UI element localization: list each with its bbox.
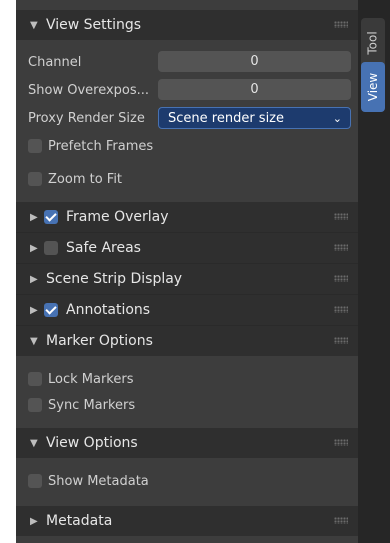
chevron-down-icon: ▼ bbox=[30, 437, 38, 449]
drag-handle-icon[interactable] bbox=[334, 439, 348, 446]
lock-markers-checkbox[interactable]: Lock Markers bbox=[28, 368, 133, 390]
drag-handle-icon[interactable] bbox=[334, 244, 348, 251]
metadata-title: Metadata bbox=[46, 513, 113, 529]
checkbox-icon[interactable] bbox=[28, 398, 42, 412]
tab-view[interactable]: View bbox=[361, 62, 385, 112]
frame-overlay-title: Frame Overlay bbox=[66, 209, 169, 225]
chevron-right-icon: ▶ bbox=[30, 304, 38, 316]
proxy-render-size-label: Proxy Render Size bbox=[28, 110, 145, 126]
checkbox-icon[interactable] bbox=[28, 474, 42, 488]
sync-markers-checkbox[interactable]: Sync Markers bbox=[28, 394, 135, 416]
tab-tool-label: Tool bbox=[366, 31, 380, 55]
view-settings-body: Channel 0 Show Overexpos... 0 Proxy Rend… bbox=[16, 40, 358, 200]
chevron-right-icon: ▶ bbox=[30, 242, 38, 254]
zoom-to-fit-label: Zoom to Fit bbox=[48, 171, 123, 187]
channel-label: Channel bbox=[28, 54, 82, 70]
safe-areas-title: Safe Areas bbox=[66, 240, 141, 256]
drag-handle-icon[interactable] bbox=[334, 213, 348, 220]
marker-options-title: Marker Options bbox=[46, 333, 153, 349]
frame-overlay-header[interactable]: ▶ Frame Overlay bbox=[16, 202, 358, 232]
annotations-header[interactable]: ▶ Annotations bbox=[16, 295, 358, 325]
tab-tool[interactable]: Tool bbox=[361, 18, 385, 68]
safe-areas-checkbox[interactable] bbox=[44, 241, 58, 255]
frame-overlay-checkbox[interactable] bbox=[44, 210, 58, 224]
show-metadata-checkbox[interactable]: Show Metadata bbox=[28, 470, 149, 492]
safe-areas-header[interactable]: ▶ Safe Areas bbox=[16, 233, 358, 263]
sidebar-panel: ▼ View Settings Channel 0 Show Overexpos… bbox=[16, 0, 358, 543]
checkbox-icon[interactable] bbox=[28, 372, 42, 386]
drag-handle-icon[interactable] bbox=[334, 337, 348, 344]
lock-markers-label: Lock Markers bbox=[48, 371, 134, 387]
channel-row: Channel bbox=[28, 51, 81, 73]
overexposed-label: Show Overexpos... bbox=[28, 82, 150, 98]
marker-options-header[interactable]: ▼ Marker Options bbox=[16, 326, 358, 356]
marker-options-body: Lock Markers Sync Markers bbox=[16, 356, 358, 426]
view-settings-title: View Settings bbox=[46, 17, 142, 33]
view-options-title: View Options bbox=[46, 435, 138, 451]
scene-strip-display-title: Scene Strip Display bbox=[46, 271, 183, 287]
proxy-row: Proxy Render Size bbox=[28, 107, 145, 129]
prefetch-frames-label: Prefetch Frames bbox=[48, 138, 154, 154]
drag-handle-icon[interactable] bbox=[334, 306, 348, 313]
checkbox-icon[interactable] bbox=[28, 172, 42, 186]
scene-strip-display-header[interactable]: ▶ Scene Strip Display bbox=[16, 264, 358, 294]
chevron-down-icon: ⌄ bbox=[332, 111, 342, 125]
sync-markers-label: Sync Markers bbox=[48, 397, 136, 413]
view-settings-header[interactable]: ▼ View Settings bbox=[16, 10, 358, 40]
chevron-down-icon: ▼ bbox=[30, 19, 38, 31]
prefetch-frames-checkbox[interactable]: Prefetch Frames bbox=[28, 135, 153, 157]
metadata-header[interactable]: ▶ Metadata bbox=[16, 506, 358, 536]
show-metadata-label: Show Metadata bbox=[48, 473, 149, 489]
annotations-checkbox[interactable] bbox=[44, 303, 58, 317]
drag-handle-icon[interactable] bbox=[334, 517, 348, 524]
annotations-title: Annotations bbox=[66, 302, 151, 318]
sidebar-tab-strip: Tool View bbox=[358, 0, 390, 543]
proxy-render-size-value: Scene render size bbox=[168, 110, 284, 126]
chevron-right-icon: ▶ bbox=[30, 515, 38, 527]
chevron-right-icon: ▶ bbox=[30, 273, 38, 285]
chevron-right-icon: ▶ bbox=[30, 211, 38, 223]
view-options-header[interactable]: ▼ View Options bbox=[16, 428, 358, 458]
overexposed-row: Show Overexpos... bbox=[28, 79, 149, 101]
proxy-render-size-select[interactable]: Scene render size ⌄ bbox=[158, 107, 351, 129]
drag-handle-icon[interactable] bbox=[334, 21, 348, 28]
channel-field[interactable]: 0 bbox=[158, 51, 351, 72]
zoom-to-fit-checkbox[interactable]: Zoom to Fit bbox=[28, 168, 122, 190]
overexposed-field[interactable]: 0 bbox=[158, 79, 351, 100]
view-options-body: Show Metadata bbox=[16, 458, 358, 502]
checkbox-icon[interactable] bbox=[28, 139, 42, 153]
tab-view-label: View bbox=[366, 72, 381, 102]
drag-handle-icon[interactable] bbox=[334, 275, 348, 282]
chevron-down-icon: ▼ bbox=[30, 335, 38, 347]
